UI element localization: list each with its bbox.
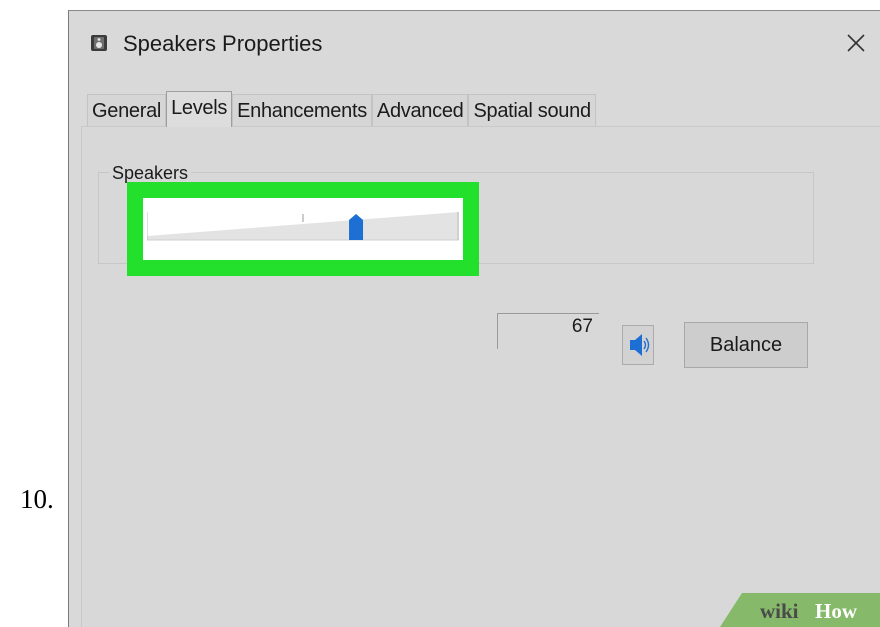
- speakers-group-label: Speakers: [109, 163, 192, 184]
- tab-strip: General Levels Enhancements Advanced Spa…: [87, 91, 596, 127]
- volume-slider[interactable]: [147, 208, 459, 244]
- tab-levels[interactable]: Levels: [166, 91, 233, 127]
- close-icon[interactable]: [836, 23, 876, 63]
- mute-button[interactable]: [622, 325, 654, 365]
- tab-spatial-sound[interactable]: Spatial sound: [468, 94, 596, 127]
- speakers-properties-dialog: Speakers Properties General Levels Enhan…: [68, 10, 880, 627]
- speaker-icon: [91, 35, 107, 51]
- title-bar: Speakers Properties: [69, 11, 880, 75]
- tab-advanced[interactable]: Advanced: [371, 94, 469, 127]
- volume-slider-highlight: [127, 182, 479, 276]
- watermark-wiki: wiki: [760, 599, 799, 623]
- step-number: 10.: [20, 484, 54, 514]
- volume-value-field[interactable]: 67: [497, 313, 599, 349]
- tab-general[interactable]: General: [87, 94, 167, 127]
- wikihow-watermark: wiki How: [720, 593, 880, 627]
- watermark-how: How: [815, 599, 858, 623]
- speaker-volume-icon: [630, 334, 650, 356]
- tab-enhancements[interactable]: Enhancements: [232, 94, 372, 127]
- balance-button[interactable]: Balance: [684, 322, 808, 368]
- volume-slider-thumb[interactable]: [349, 214, 364, 240]
- dialog-title: Speakers Properties: [123, 31, 323, 56]
